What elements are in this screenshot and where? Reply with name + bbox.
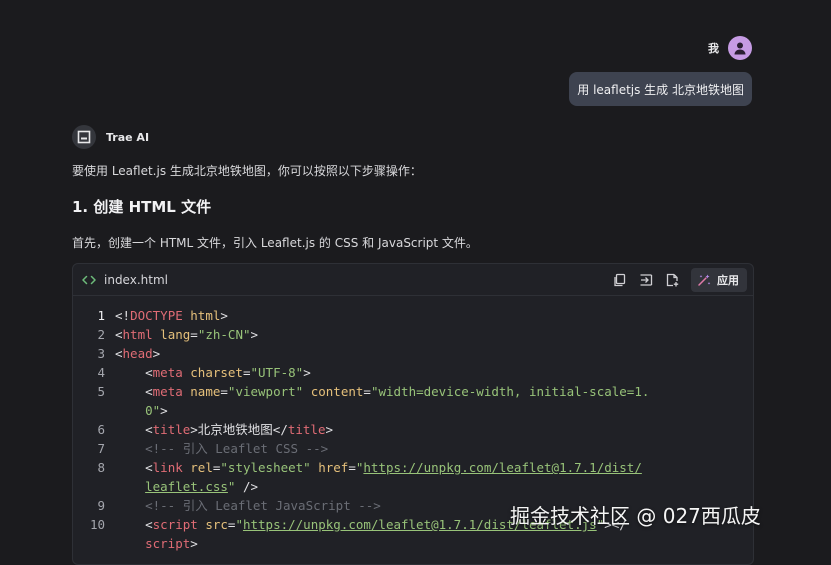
code-text: <!-- 引入 Leaflet JavaScript --> (145, 498, 381, 513)
insert-button[interactable] (635, 269, 657, 291)
copy-button[interactable] (609, 269, 631, 291)
insert-icon (640, 273, 653, 286)
line-number: 1 (97, 308, 105, 323)
code-text: script> (145, 536, 198, 551)
code-toolbar: 应用 (609, 267, 747, 292)
code-line: 0"> (73, 401, 753, 420)
code-line: 2 <html lang="zh-CN"> (73, 325, 753, 344)
code-line: 3 <head> (73, 344, 753, 363)
assistant-avatar (72, 125, 96, 149)
code-line: 8 <link rel="stylesheet" href="https://u… (73, 458, 753, 477)
line-number: 3 (97, 346, 105, 361)
line-number (73, 477, 115, 496)
code-brackets-icon (82, 273, 96, 287)
person-icon (734, 42, 746, 55)
apply-button-label: 应用 (717, 273, 739, 287)
code-text: <meta charset="UTF-8"> (145, 365, 311, 380)
code-text: <meta name="viewport" content="width=dev… (145, 384, 650, 399)
code-block-header: index.html 应用 (73, 264, 753, 296)
code-text: leaflet.css" /> (145, 479, 259, 494)
line-number: 6 (97, 422, 105, 437)
user-header: 我 (708, 36, 752, 60)
watermark: 掘金技术社区 @ 027西瓜皮 (510, 504, 761, 528)
magic-wand-icon (698, 274, 711, 286)
user-avatar[interactable] (728, 36, 752, 60)
code-line: leaflet.css" /> (73, 477, 753, 496)
code-text: <head> (115, 346, 161, 361)
line-number: 4 (97, 365, 105, 380)
new-file-button[interactable] (661, 269, 683, 291)
code-text: 0"> (145, 403, 168, 418)
line-number: 9 (97, 498, 105, 513)
trae-logo-icon (77, 130, 91, 144)
assistant-intro: 要使用 Leaflet.js 生成北京地铁地图，你可以按照以下步骤操作： (72, 164, 422, 178)
code-text: <html lang="zh-CN"> (115, 327, 259, 342)
section-heading: 1. 创建 HTML 文件 (72, 198, 212, 216)
user-name: 我 (708, 42, 719, 55)
line-number (73, 534, 115, 553)
line-number: 7 (97, 441, 105, 456)
user-message-bubble: 用 leafletjs 生成 北京地铁地图 (569, 72, 752, 106)
code-line: 5 <meta name="viewport" content="width=d… (73, 382, 753, 401)
code-line: script> (73, 534, 753, 553)
code-text: <link rel="stylesheet" href="https://unp… (145, 460, 642, 475)
chat-window: { "user": { "name": "我", "message": "用 l… (0, 0, 831, 565)
line-number: 2 (97, 327, 105, 342)
code-filename: index.html (104, 272, 168, 287)
line-number (73, 401, 115, 420)
apply-button[interactable]: 应用 (691, 267, 747, 292)
code-line: 1 <!DOCTYPE html> (73, 306, 753, 325)
code-text: <!-- 引入 Leaflet CSS --> (145, 441, 329, 456)
code-line: 4 <meta charset="UTF-8"> (73, 363, 753, 382)
assistant-name: Trae AI (106, 130, 150, 144)
section-paragraph: 首先，创建一个 HTML 文件，引入 Leaflet.js 的 CSS 和 Ja… (72, 236, 478, 250)
line-number: 5 (97, 384, 105, 399)
code-text: <!DOCTYPE html> (115, 308, 228, 323)
code-line: 7 <!-- 引入 Leaflet CSS --> (73, 439, 753, 458)
new-file-icon (666, 273, 679, 286)
line-number: 8 (97, 460, 105, 475)
copy-icon (614, 273, 626, 286)
line-number: 10 (89, 517, 105, 532)
user-message-text: 用 leafletjs 生成 北京地铁地图 (577, 82, 744, 97)
assistant-header: Trae AI (72, 125, 149, 149)
code-text: <title>北京地铁地图</title> (145, 422, 334, 437)
code-line: 6 <title>北京地铁地图</title> (73, 420, 753, 439)
